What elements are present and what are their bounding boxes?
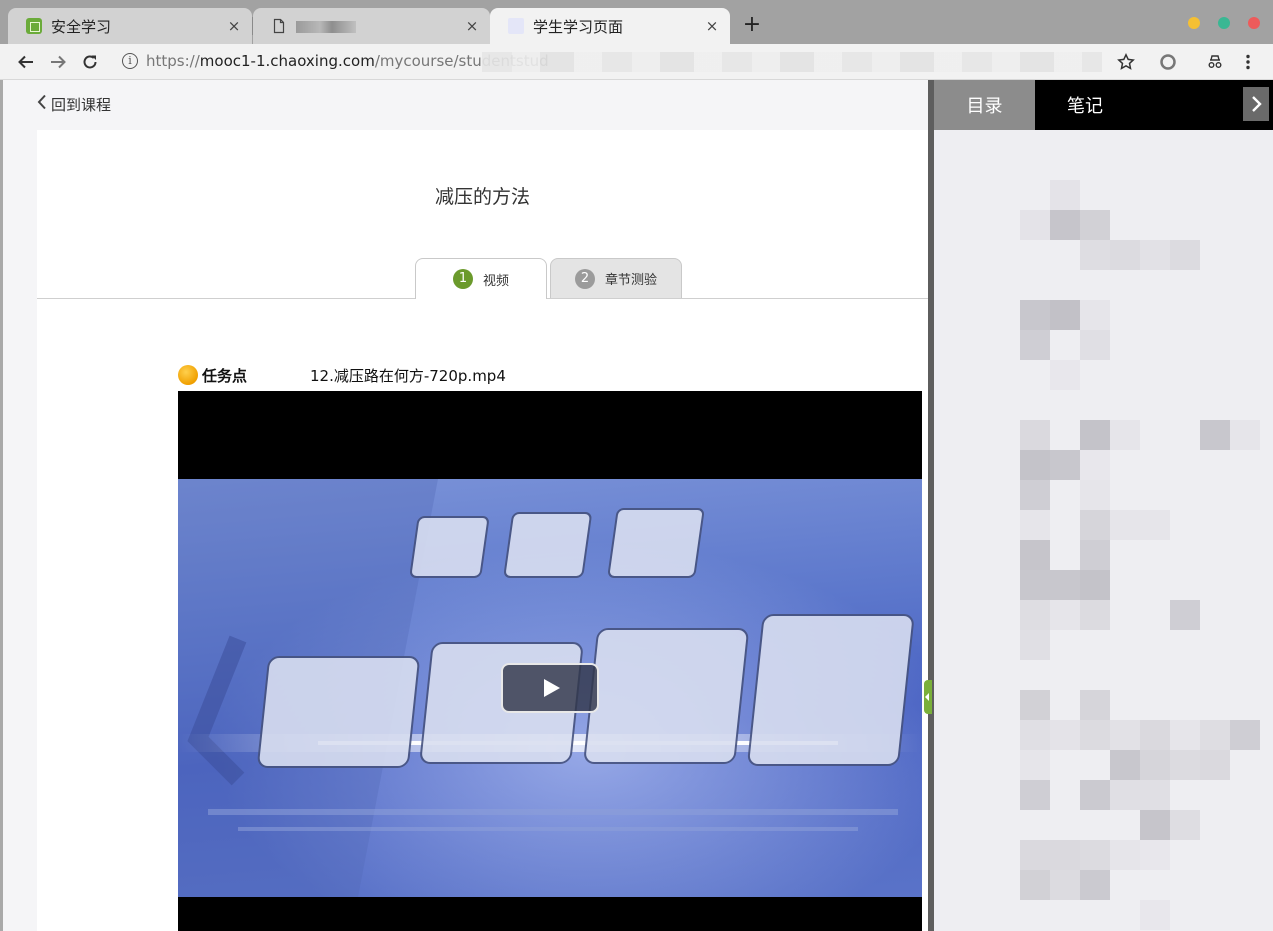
side-panel: 目录 笔记 bbox=[934, 80, 1273, 931]
collapse-handle-icon[interactable] bbox=[924, 680, 932, 714]
chevron-left-icon bbox=[37, 94, 47, 115]
tab-catalog[interactable]: 目录 bbox=[934, 80, 1035, 130]
menu-button[interactable] bbox=[1236, 50, 1260, 74]
lesson-title: 减压的方法 bbox=[434, 186, 530, 208]
video-file-name: 12.减压路在何方-720p.mp4 bbox=[310, 367, 506, 385]
circle-extension-icon bbox=[1160, 54, 1176, 70]
url-scheme: https:// bbox=[146, 52, 200, 70]
extension-button[interactable] bbox=[1156, 50, 1180, 74]
reload-icon bbox=[83, 55, 97, 69]
chaoxing-favicon-icon bbox=[26, 18, 42, 34]
task-point-row: 任务点 bbox=[178, 363, 247, 387]
tab-title: 学生学习页面 bbox=[533, 17, 624, 36]
incognito-icon bbox=[1208, 55, 1222, 68]
back-button[interactable] bbox=[14, 50, 38, 74]
tab-title-blurred bbox=[296, 17, 462, 35]
tab-close-icon[interactable]: × bbox=[224, 17, 244, 35]
side-panel-header: 目录 笔记 bbox=[934, 80, 1273, 130]
site-info-icon[interactable]: i bbox=[122, 53, 138, 69]
minimize-button[interactable] bbox=[1188, 17, 1200, 29]
browser-tab-strip: 安全学习 × × 学生学习页面 × + bbox=[0, 0, 1273, 44]
play-button[interactable] bbox=[501, 663, 599, 713]
lesson-card: 减压的方法 2 章节测验 1 视频 任务点 12.减压路在何方-720p.mp4 bbox=[37, 130, 928, 931]
reload-button[interactable] bbox=[78, 50, 102, 74]
tab-close-icon[interactable]: × bbox=[702, 17, 722, 35]
tab-label: 章节测验 bbox=[604, 273, 657, 288]
back-to-course-link[interactable]: 回到课程 bbox=[37, 94, 111, 115]
maximize-button[interactable] bbox=[1218, 17, 1230, 29]
tab-label: 视频 bbox=[482, 273, 509, 289]
more-vert-icon bbox=[1246, 54, 1250, 70]
task-point-label: 任务点 bbox=[202, 366, 248, 385]
browser-tab-xuesheng-xuexi[interactable]: 学生学习页面 × bbox=[490, 8, 730, 44]
bookmark-star-button[interactable] bbox=[1114, 50, 1138, 74]
back-to-course-label: 回到课程 bbox=[51, 96, 112, 114]
chevron-right-icon[interactable] bbox=[1243, 87, 1269, 121]
tab-number: 1 bbox=[452, 269, 473, 289]
new-tab-button[interactable]: + bbox=[742, 13, 762, 37]
tab-notes[interactable]: 笔记 bbox=[1035, 80, 1135, 130]
browser-toolbar: i https://mooc1-1.chaoxing.com/mycourse/… bbox=[0, 44, 1273, 80]
page-favicon-icon bbox=[508, 18, 524, 34]
tab-chapter-quiz[interactable]: 2 章节测验 bbox=[550, 258, 682, 298]
close-window-button[interactable] bbox=[1248, 17, 1260, 29]
incognito-button[interactable] bbox=[1203, 50, 1227, 74]
star-icon bbox=[1117, 53, 1135, 70]
arrow-left-icon bbox=[18, 55, 33, 69]
url-host: mooc1-1.chaoxing.com bbox=[199, 52, 375, 70]
browser-tab-blurred[interactable]: × bbox=[253, 8, 490, 44]
video-player[interactable] bbox=[178, 391, 922, 931]
url-blurred-region bbox=[482, 52, 1102, 72]
browser-tab-anquan-xuexi[interactable]: 安全学习 × bbox=[8, 8, 252, 44]
tab-title: 安全学习 bbox=[51, 17, 112, 36]
forward-button[interactable] bbox=[46, 50, 70, 74]
tab-close-icon[interactable]: × bbox=[462, 17, 482, 35]
task-status-icon bbox=[178, 365, 198, 385]
tab-number: 2 bbox=[574, 268, 595, 289]
document-icon bbox=[271, 18, 287, 34]
study-page-main: 回到课程 减压的方法 2 章节测验 1 视频 任务点 12.减压路在何方-720… bbox=[3, 80, 928, 931]
arrow-right-icon bbox=[51, 55, 66, 69]
tab-video[interactable]: 1 视频 bbox=[415, 258, 547, 299]
